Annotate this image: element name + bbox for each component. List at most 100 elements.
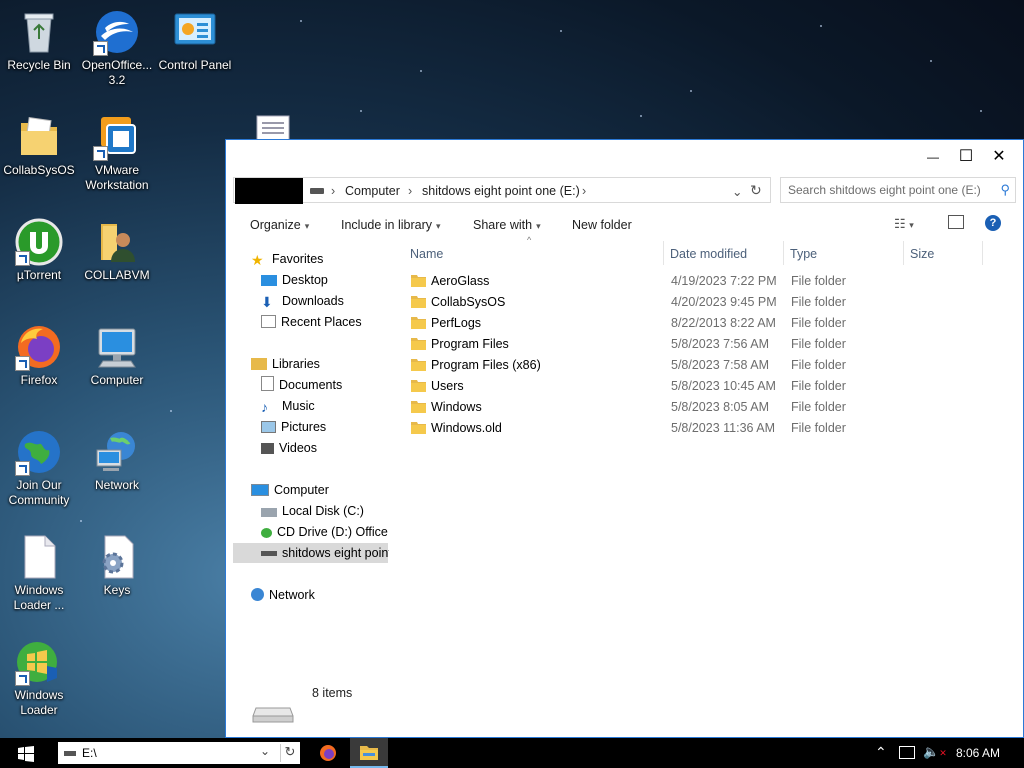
taskbar-address-toolbar[interactable]: E:\ ⌄ ↻	[58, 742, 300, 764]
nav-desktop[interactable]: Desktop	[261, 270, 328, 290]
nav-local-disk[interactable]: Local Disk (C:)	[261, 501, 364, 521]
nav-recent-places[interactable]: Recent Places	[261, 312, 362, 332]
user-folder-icon	[93, 218, 141, 266]
column-type[interactable]: Type	[790, 247, 817, 261]
file-type: File folder	[791, 421, 846, 435]
desktop-icon-label: Recycle Bin	[7, 58, 71, 72]
file-row[interactable]: PerfLogs 8/22/2013 8:22 AM File folder	[402, 313, 1012, 334]
desktop-icon-recycle-bin[interactable]: Recycle Bin	[0, 8, 78, 73]
desktop-icon-collabsysos[interactable]: CollabSysOS	[0, 113, 78, 178]
file-date: 5/8/2023 8:05 AM	[671, 400, 769, 414]
file-row[interactable]: Users 5/8/2023 10:45 AM File folder	[402, 376, 1012, 397]
address-dropdown-icon[interactable]: ⌄	[732, 184, 742, 199]
network-status-icon[interactable]	[899, 746, 915, 759]
volume-muted-icon[interactable]: 🔈✕	[923, 744, 947, 760]
breadcrumb-separator[interactable]: ›	[408, 184, 412, 198]
new-folder-button[interactable]: New folder	[572, 218, 632, 232]
search-box[interactable]: Search shitdows eight point one (E:) ⚲	[780, 177, 1016, 203]
file-name: Users	[431, 379, 464, 393]
start-button[interactable]	[18, 746, 34, 762]
minimize-button[interactable]: —	[916, 140, 950, 174]
shortcut-arrow-icon	[15, 356, 30, 371]
sort-ascending-icon: ^	[527, 235, 532, 245]
breadcrumb-separator[interactable]: ›	[582, 184, 586, 198]
shortcut-arrow-icon	[15, 461, 30, 476]
desktop-icon-collabvm[interactable]: COLLABVM	[78, 218, 156, 283]
nav-videos[interactable]: Videos	[261, 438, 317, 458]
nav-drive-e[interactable]: shitdows eight point	[261, 543, 389, 563]
file-type: File folder	[791, 400, 846, 414]
desktop-icon-firefox[interactable]: Firefox	[0, 323, 78, 388]
column-divider[interactable]	[982, 241, 983, 265]
desktop-icon-utorrent[interactable]: µTorrent	[0, 218, 78, 283]
desktop-icon-keys[interactable]: Keys	[78, 533, 156, 598]
globe-icon	[15, 428, 63, 476]
film-icon	[261, 443, 274, 454]
file-row[interactable]: Windows.old 5/8/2023 11:36 AM File folde…	[402, 418, 1012, 439]
desktop-icon-windows-loader-file[interactable]: Windows Loader ...	[0, 533, 78, 613]
nav-network[interactable]: Network	[251, 585, 315, 605]
windows-logo-icon	[18, 746, 34, 762]
nav-documents[interactable]: Documents	[261, 375, 342, 395]
address-dropdown-icon[interactable]: ⌄	[260, 744, 270, 758]
file-row[interactable]: Program Files (x86) 5/8/2023 7:58 AM Fil…	[402, 355, 1012, 376]
folder-icon	[411, 401, 426, 413]
nav-downloads[interactable]: ⬇ Downloads	[261, 291, 344, 311]
breadcrumb-computer[interactable]: Computer	[345, 184, 400, 198]
desktop-icon-network[interactable]: Network	[78, 428, 156, 493]
address-bar[interactable]: › Computer › shitdows eight point one (E…	[233, 177, 771, 204]
file-row[interactable]: CollabSysOS 4/20/2023 9:45 PM File folde…	[402, 292, 1012, 313]
show-hidden-icons-icon[interactable]: ⌃	[875, 744, 887, 761]
include-in-library-button[interactable]: Include in library ▾	[341, 218, 441, 232]
nav-computer[interactable]: Computer	[251, 480, 329, 500]
file-name: CollabSysOS	[431, 295, 506, 309]
nav-pictures[interactable]: Pictures	[261, 417, 326, 437]
nav-music[interactable]: ♪ Music	[261, 396, 315, 416]
desktop-icon-document-partial[interactable]	[256, 114, 290, 139]
settings-file-icon	[93, 533, 141, 581]
maximize-button[interactable]: ☐	[949, 140, 983, 174]
column-divider[interactable]	[663, 241, 664, 265]
nav-libraries[interactable]: Libraries	[251, 354, 320, 374]
column-divider[interactable]	[903, 241, 904, 265]
file-row[interactable]: Windows 5/8/2023 8:05 AM File folder	[402, 397, 1012, 418]
file-row[interactable]: AeroGlass 4/19/2023 7:22 PM File folder	[402, 271, 1012, 292]
desktop-icon-vmware[interactable]: VMware Workstation	[78, 113, 156, 193]
preview-pane-icon[interactable]	[948, 215, 964, 229]
desktop-icon-join-community[interactable]: Join Our Community	[0, 428, 78, 508]
control-panel-icon	[171, 8, 219, 56]
refresh-icon[interactable]: ↻	[750, 182, 762, 199]
breadcrumb-drive[interactable]: shitdows eight point one (E:)	[422, 184, 580, 198]
file-date: 8/22/2013 8:22 AM	[671, 316, 776, 330]
view-options-icon[interactable]: ☷ ▾	[894, 216, 914, 232]
column-size[interactable]: Size	[910, 247, 934, 261]
taskbar-firefox[interactable]	[310, 738, 346, 768]
pictures-icon	[261, 421, 276, 433]
taskbar-file-explorer[interactable]	[350, 738, 388, 768]
column-date-modified[interactable]: Date modified	[670, 247, 747, 261]
folder-icon	[411, 317, 426, 329]
file-row[interactable]: Program Files 5/8/2023 7:56 AM File fold…	[402, 334, 1012, 355]
file-type: File folder	[791, 379, 846, 393]
column-name[interactable]: Name	[410, 247, 443, 261]
desktop-icon-windows-loader[interactable]: Windows Loader	[0, 638, 78, 718]
help-icon[interactable]: ?	[985, 215, 1001, 231]
column-divider[interactable]	[783, 241, 784, 265]
clock-time[interactable]: 8:06 AM	[956, 746, 1000, 760]
close-button[interactable]: ✕	[982, 140, 1016, 174]
desktop-icon-label: Control Panel	[158, 58, 232, 72]
refresh-icon[interactable]: ↻	[280, 744, 299, 762]
folder-icon	[411, 275, 426, 287]
desktop-icon-computer[interactable]: Computer	[78, 323, 156, 388]
title-bar[interactable]: — ☐ ✕	[226, 140, 1023, 174]
organize-button[interactable]: Organize ▾	[250, 218, 309, 232]
maximize-icon: ☐	[958, 148, 974, 165]
desktop-icon-control-panel[interactable]: Control Panel	[156, 8, 234, 73]
share-with-button[interactable]: Share with ▾	[473, 218, 541, 232]
windows-loader-icon	[15, 638, 63, 686]
nav-cd-drive[interactable]: CD Drive (D:) OfficeI	[261, 522, 389, 542]
desktop-icon-openoffice[interactable]: OpenOffice... 3.2	[78, 8, 156, 88]
document-icon	[15, 533, 63, 581]
nav-favorites[interactable]: ★ Favorites	[251, 249, 323, 269]
breadcrumb-separator[interactable]: ›	[331, 184, 335, 198]
